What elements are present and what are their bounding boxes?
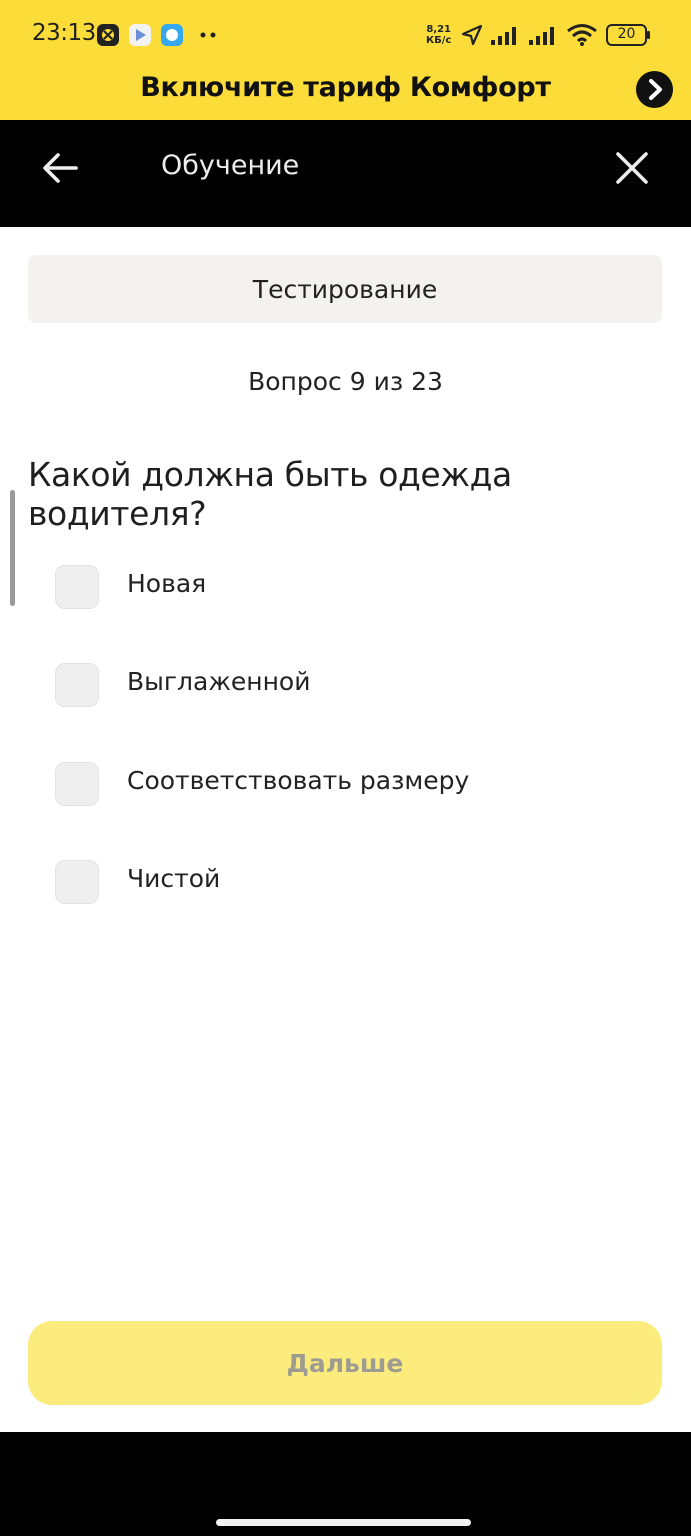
answer-label[interactable]: Соответствовать размеру bbox=[127, 766, 469, 795]
location-arrow-icon bbox=[461, 24, 483, 46]
answer-label[interactable]: Выглаженной bbox=[127, 667, 310, 696]
status-time: 23:13 bbox=[32, 20, 96, 46]
arrow-left-icon[interactable] bbox=[40, 147, 80, 189]
answer-option[interactable]: Выглаженной bbox=[55, 663, 615, 707]
answer-option[interactable]: Новая bbox=[55, 565, 615, 609]
notification-app-icon bbox=[97, 24, 119, 46]
signal-icon bbox=[491, 27, 516, 45]
next-button[interactable]: Дальше bbox=[28, 1321, 662, 1405]
answer-option[interactable]: Соответствовать размеру bbox=[55, 762, 615, 806]
question-progress: Вопрос 9 из 23 bbox=[248, 367, 443, 396]
play-store-icon bbox=[129, 24, 151, 46]
network-speed-unit: КБ/с bbox=[426, 35, 452, 46]
home-indicator[interactable] bbox=[216, 1519, 471, 1526]
page-title: Обучение bbox=[161, 150, 300, 181]
section-label: Тестирование bbox=[28, 255, 662, 323]
network-speed-value: 8,21 bbox=[426, 24, 452, 35]
battery-icon: 20 bbox=[606, 24, 652, 46]
answer-checkbox[interactable] bbox=[55, 762, 99, 806]
more-dots-icon bbox=[200, 32, 216, 38]
battery-level: 20 bbox=[617, 26, 636, 42]
answer-option[interactable]: Чистой bbox=[55, 860, 615, 904]
status-bar: 23:13 8,21 КБ/с 20 bbox=[0, 0, 691, 70]
promo-text[interactable]: Включите тариф Комфорт bbox=[0, 72, 691, 103]
app-header bbox=[0, 120, 691, 227]
question-text: Какой должна быть одежда водителя? bbox=[28, 455, 512, 533]
scrollbar[interactable] bbox=[10, 490, 15, 606]
wifi-icon bbox=[567, 24, 597, 46]
answer-checkbox[interactable] bbox=[55, 663, 99, 707]
signal-icon bbox=[529, 27, 554, 45]
app-icon bbox=[161, 24, 183, 46]
answer-label[interactable]: Чистой bbox=[127, 864, 220, 893]
answer-label[interactable]: Новая bbox=[127, 569, 206, 598]
answer-checkbox[interactable] bbox=[55, 860, 99, 904]
network-speed: 8,21 КБ/с bbox=[426, 24, 451, 46]
close-icon[interactable] bbox=[612, 148, 652, 188]
answer-checkbox[interactable] bbox=[55, 565, 99, 609]
chevron-right-icon[interactable] bbox=[636, 71, 673, 108]
content-area bbox=[0, 227, 691, 1432]
